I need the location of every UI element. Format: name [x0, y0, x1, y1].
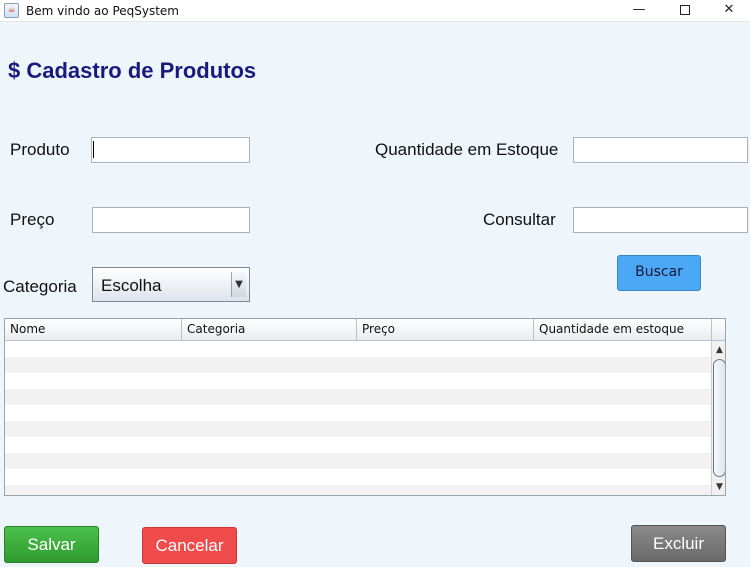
table-row[interactable] [5, 453, 711, 469]
table-row[interactable] [5, 469, 711, 485]
produto-label: Produto [10, 140, 70, 159]
preco-input[interactable] [92, 207, 250, 233]
produtos-table[interactable]: Nome Categoria Preço Quantidade em estoq… [4, 318, 726, 496]
categoria-selected-value: Escolha [101, 276, 162, 295]
table-row[interactable] [5, 389, 711, 405]
column-header-preco[interactable]: Preço [357, 319, 534, 340]
column-header-nome[interactable]: Nome [5, 319, 182, 340]
scroll-up-icon[interactable]: ▲ [712, 343, 725, 357]
cancelar-button[interactable]: Cancelar [142, 527, 237, 564]
table-row[interactable] [5, 421, 711, 437]
produto-input[interactable] [91, 137, 250, 163]
table-row[interactable] [5, 357, 711, 373]
table-body[interactable] [5, 341, 711, 495]
page-title: $ Cadastro de Produtos [8, 58, 257, 83]
table-header-corner [711, 319, 725, 341]
column-header-categoria[interactable]: Categoria [182, 319, 357, 340]
scrollbar-thumb[interactable] [713, 359, 725, 477]
excluir-button[interactable]: Excluir [631, 525, 726, 562]
table-row[interactable] [5, 437, 711, 453]
vertical-scrollbar[interactable]: ▲ ▼ [711, 341, 725, 495]
java-app-icon: ☕ [4, 3, 19, 18]
maximize-button[interactable] [662, 0, 708, 22]
table-row[interactable] [5, 405, 711, 421]
categoria-dropdown[interactable]: Escolha ▼ [92, 267, 250, 302]
table-row[interactable] [5, 341, 711, 357]
window-titlebar: ☕ Bem vindo ao PeqSystem — ✕ [0, 0, 750, 22]
categoria-label: Categoria [3, 277, 77, 296]
maximize-icon [680, 4, 690, 15]
table-header: Nome Categoria Preço Quantidade em estoq… [5, 319, 711, 341]
consultar-input[interactable] [573, 207, 748, 233]
quantidade-input[interactable] [573, 137, 748, 163]
consultar-label: Consultar [483, 210, 556, 229]
scroll-down-icon[interactable]: ▼ [712, 480, 725, 494]
buscar-button[interactable]: Buscar [617, 255, 701, 291]
table-row[interactable] [5, 485, 711, 495]
chevron-down-icon[interactable]: ▼ [231, 272, 246, 297]
preco-label: Preço [10, 210, 55, 229]
window-title: Bem vindo ao PeqSystem [26, 4, 179, 18]
quantidade-label: Quantidade em Estoque [375, 140, 559, 159]
close-button[interactable]: ✕ [706, 0, 750, 22]
column-header-quantidade[interactable]: Quantidade em estoque [534, 319, 711, 340]
text-caret [93, 141, 94, 158]
table-row[interactable] [5, 373, 711, 389]
salvar-button[interactable]: Salvar [4, 526, 99, 563]
minimize-button[interactable]: — [616, 0, 662, 22]
